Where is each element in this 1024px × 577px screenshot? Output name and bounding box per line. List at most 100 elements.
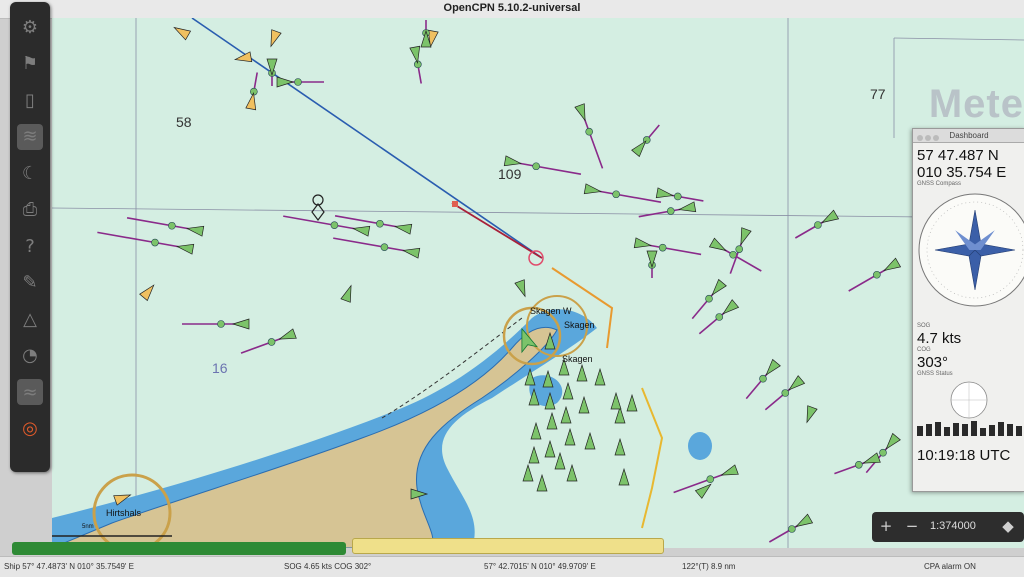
ais-target[interactable] <box>610 391 622 410</box>
ais-target-icon[interactable] <box>266 29 282 48</box>
window-controls[interactable] <box>917 132 941 145</box>
ais-target[interactable] <box>865 432 901 474</box>
ais-target[interactable] <box>698 299 740 335</box>
ais-target-icon[interactable] <box>618 467 630 486</box>
zoom-in-button[interactable]: + <box>876 516 896 536</box>
ais-target-icon[interactable] <box>576 363 588 382</box>
ais-target-icon[interactable] <box>554 451 566 470</box>
ais-target[interactable] <box>655 187 704 202</box>
ais-target-icon[interactable] <box>530 421 542 440</box>
ais-target[interactable] <box>528 445 540 464</box>
mob-icon[interactable]: ◔ <box>17 343 43 369</box>
ais-target-icon[interactable] <box>677 201 697 215</box>
ais-target[interactable] <box>768 513 814 543</box>
ais-target[interactable] <box>848 257 902 292</box>
ais-target[interactable] <box>334 215 413 235</box>
ais-target[interactable] <box>633 237 702 256</box>
ais-target-icon[interactable] <box>172 23 192 41</box>
ais-target-icon[interactable] <box>720 464 739 480</box>
ais-target[interactable] <box>172 23 192 41</box>
alert-icon[interactable]: △ <box>17 306 43 332</box>
ais-target-icon[interactable] <box>633 237 653 251</box>
ais-target[interactable] <box>794 209 840 239</box>
zoom-out-button[interactable]: − <box>902 516 922 536</box>
dashboard-panel[interactable]: Dashboard 57 47.487 N 010 35.754 E GNSS … <box>912 128 1024 492</box>
ais-target-icon[interactable] <box>614 405 626 424</box>
ais-target[interactable] <box>266 58 278 86</box>
ais-target[interactable] <box>614 437 626 456</box>
ais-target[interactable] <box>276 76 324 88</box>
ais-target-icon[interactable] <box>401 246 421 259</box>
ais-target[interactable] <box>340 284 356 303</box>
ais-target[interactable] <box>514 279 530 298</box>
route-waypoint[interactable] <box>452 201 458 207</box>
chart-bar-green[interactable] <box>12 542 346 555</box>
ais-target[interactable] <box>564 427 576 446</box>
ais-target[interactable] <box>594 367 606 386</box>
chart-bar-yellow[interactable] <box>352 538 664 554</box>
ais-target[interactable] <box>618 467 630 486</box>
ais-target[interactable] <box>626 393 638 412</box>
ais-target-icon[interactable] <box>862 452 881 468</box>
ais-target-icon[interactable] <box>278 328 297 344</box>
ais-target[interactable] <box>536 473 548 492</box>
ais-target-icon[interactable] <box>546 411 558 430</box>
ais-target[interactable] <box>530 421 542 440</box>
ais-target-icon[interactable] <box>351 224 371 237</box>
waves-icon[interactable]: ≈ <box>17 379 43 405</box>
settings-icon[interactable]: ⚙ <box>17 14 43 40</box>
ais-target-icon[interactable] <box>882 257 902 275</box>
ais-target[interactable] <box>708 237 762 272</box>
ais-target-icon[interactable] <box>560 405 572 424</box>
ais-target[interactable] <box>729 227 752 274</box>
ais-target-icon[interactable] <box>175 242 195 255</box>
ais-target-icon[interactable] <box>578 395 590 414</box>
ais-target-icon[interactable] <box>820 209 840 227</box>
measure-icon[interactable]: ✎ <box>17 270 43 296</box>
ais-target-icon[interactable] <box>562 381 574 400</box>
ais-target-icon[interactable] <box>583 183 603 197</box>
ais-target-icon[interactable] <box>626 393 638 412</box>
ais-target[interactable] <box>584 431 596 450</box>
ais-targets[interactable] <box>97 20 902 543</box>
ais-target[interactable] <box>566 463 578 482</box>
ais-target[interactable] <box>266 29 282 48</box>
ais-target-icon[interactable] <box>594 367 606 386</box>
help-icon[interactable]: ? <box>17 233 43 259</box>
ais-target[interactable] <box>576 363 588 382</box>
ais-target[interactable] <box>745 358 781 400</box>
tracks-icon[interactable]: ▯ <box>17 87 43 113</box>
ais-target-icon[interactable] <box>802 405 818 424</box>
ais-target-icon[interactable] <box>736 227 752 246</box>
ais-target[interactable] <box>245 72 259 111</box>
ais-target-icon[interactable] <box>564 427 576 446</box>
ais-target[interactable] <box>409 45 423 84</box>
ais-target[interactable] <box>802 405 818 424</box>
ais-target-icon[interactable] <box>794 513 814 531</box>
ais-target-icon[interactable] <box>574 103 590 122</box>
ais-target[interactable] <box>554 451 566 470</box>
ais-target-icon[interactable] <box>708 237 728 255</box>
chart-select-icon[interactable]: ◆ <box>998 516 1018 536</box>
ais-target[interactable] <box>126 217 205 237</box>
ais-target-icon[interactable] <box>614 437 626 456</box>
ais-target[interactable] <box>560 405 572 424</box>
ais-target-icon[interactable] <box>610 391 622 410</box>
ais-target-icon[interactable] <box>139 282 158 302</box>
ais-target-icon[interactable] <box>566 463 578 482</box>
ais-target[interactable] <box>97 231 195 255</box>
ais-target[interactable] <box>546 411 558 430</box>
tides-icon[interactable]: ☾ <box>17 160 43 186</box>
ais-target-icon[interactable] <box>393 222 413 235</box>
ais-target-icon[interactable] <box>536 473 548 492</box>
ais-icon[interactable]: ≋ <box>17 123 43 150</box>
ais-target[interactable] <box>139 282 158 302</box>
dashboard-titlebar[interactable]: Dashboard <box>913 129 1024 143</box>
ais-target[interactable] <box>646 250 658 278</box>
ais-target[interactable] <box>544 439 556 458</box>
ais-target-icon[interactable] <box>584 431 596 450</box>
ais-target[interactable] <box>764 375 806 411</box>
ais-target-icon[interactable] <box>340 284 356 303</box>
ais-target[interactable] <box>420 20 432 48</box>
ais-target-icon[interactable] <box>231 318 250 330</box>
